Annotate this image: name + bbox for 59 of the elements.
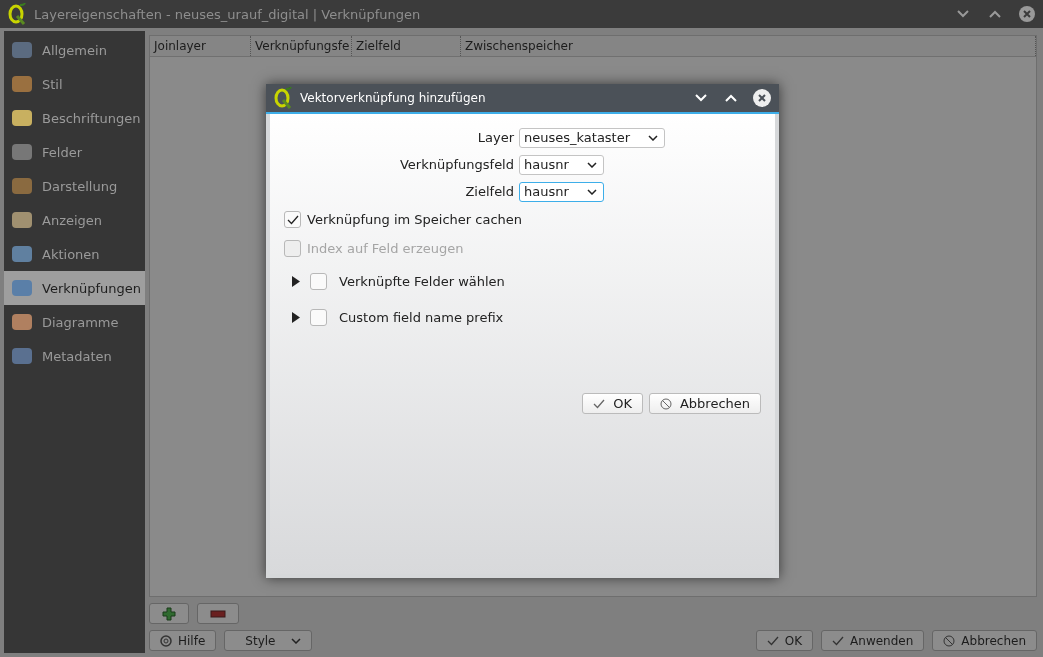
column-header[interactable]: Joinlayer <box>150 36 251 56</box>
dialog-title: Vektorverknüpfung hinzufügen <box>300 91 487 105</box>
footer-button[interactable]: Style <box>224 630 313 651</box>
caret-icon <box>586 161 597 168</box>
sidebar-item[interactable]: Verknüpfungen <box>4 271 145 305</box>
plus-icon <box>162 606 176 621</box>
checkbox[interactable] <box>284 211 301 228</box>
check-icon <box>766 635 779 646</box>
sidebar-item[interactable]: Allgemein <box>4 33 145 67</box>
remove-button[interactable] <box>197 603 239 624</box>
footer-button[interactable]: Anwenden <box>821 630 925 651</box>
column-header[interactable]: Zielfeld <box>352 36 461 56</box>
option-label: Verknüpfte Felder wählen <box>339 273 505 289</box>
caret-icon <box>648 134 659 141</box>
column-header[interactable]: Verknüpfungsfe <box>251 36 352 56</box>
field-label: Layer <box>476 130 514 145</box>
dropdown-field[interactable]: neuses_kataster <box>519 127 666 148</box>
column-header[interactable]: Zwischenspeicher <box>461 36 1036 56</box>
sidebar-item[interactable]: Diagramme <box>4 305 145 339</box>
lifebuoy-icon <box>160 634 172 647</box>
checkbox[interactable] <box>310 308 327 326</box>
add-button[interactable] <box>149 603 189 624</box>
option-label: Custom field name prefix <box>339 309 504 325</box>
dropdown-field[interactable]: hausnr <box>519 181 604 202</box>
sidebar-item[interactable]: Beschriftungen <box>4 101 145 135</box>
minus-icon <box>210 609 226 618</box>
footer-button[interactable]: Abbrechen <box>932 630 1037 651</box>
sidebar-item[interactable]: Metadaten <box>4 339 145 373</box>
sidebar-item[interactable]: Darstellung <box>4 169 145 203</box>
caret-icon <box>291 637 302 644</box>
option-label: Verknüpfung im Speicher cachen <box>307 212 523 227</box>
dropdown-field[interactable]: hausnr <box>519 154 604 175</box>
app-logo-icon <box>274 87 292 109</box>
check-icon <box>832 635 845 646</box>
window-title: Layereigenschaften - neuses_urauf_digital | Verknüpfungen <box>34 6 422 22</box>
sidebar-item[interactable]: Felder <box>4 135 145 169</box>
expand-arrow-icon[interactable] <box>292 311 300 323</box>
caret-icon <box>586 188 597 195</box>
dialog-button[interactable]: Abbrechen <box>648 393 761 414</box>
check-icon <box>286 214 299 225</box>
expand-arrow-icon[interactable] <box>292 275 300 287</box>
maximize-icon[interactable] <box>989 10 1001 18</box>
close-icon[interactable] <box>753 89 771 107</box>
minimize-icon[interactable] <box>957 10 969 18</box>
check-icon <box>593 398 606 409</box>
sidebar-item[interactable]: Stil <box>4 67 145 101</box>
sidebar-item[interactable]: Aktionen <box>4 237 145 271</box>
app-logo-icon <box>8 3 26 25</box>
sidebar-item[interactable]: Anzeigen <box>4 203 145 237</box>
close-icon[interactable] <box>1019 6 1035 22</box>
checkbox[interactable] <box>310 272 327 290</box>
option-label: Index auf Feld erzeugen <box>307 241 464 256</box>
footer-button[interactable]: Hilfe <box>149 630 217 651</box>
field-label: Verknüpfungsfeld <box>399 157 514 172</box>
dialog-button[interactable]: OK <box>582 393 643 414</box>
cancel-icon <box>943 634 956 647</box>
cancel-icon <box>659 397 672 410</box>
footer-button[interactable]: OK <box>755 630 814 651</box>
field-label: Zielfeld <box>464 184 514 199</box>
